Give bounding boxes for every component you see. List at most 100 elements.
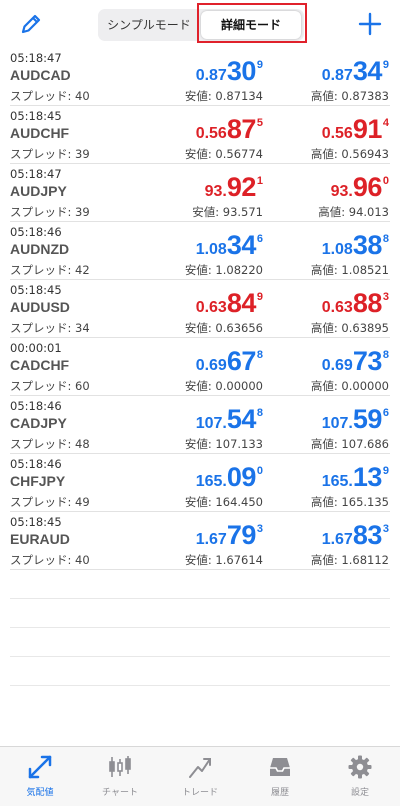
bid-price-pips: 54 xyxy=(226,404,257,434)
tab-label: 気配値 xyxy=(26,788,54,798)
tab-settings[interactable]: 設定 xyxy=(320,747,400,806)
quote-time: 05:18:45 xyxy=(10,515,62,529)
high-value: 高値: 0.56943 xyxy=(310,147,389,161)
bid-price-prefix: 107. xyxy=(195,415,227,432)
bid-price: 0.87309 xyxy=(196,56,263,86)
history-inbox-icon xyxy=(270,758,290,776)
low-value: 安値: 164.450 xyxy=(184,495,263,509)
bid-price-fraction: 9 xyxy=(256,59,263,71)
quote-symbol: EURAUD xyxy=(10,531,70,547)
simple-mode-tab[interactable]: シンプルモード xyxy=(98,9,200,41)
tab-history[interactable]: 履歴 xyxy=(240,747,320,806)
empty-list-row xyxy=(0,657,400,686)
quote-row[interactable]: 05:18:47 AUDJPY スプレッド: 39 93.921 93.960 安値: 9… xyxy=(0,164,400,222)
low-value: 安値: 107.133 xyxy=(184,437,263,451)
ask-price-fraction: 3 xyxy=(382,523,389,535)
ask-price-pips: 59 xyxy=(352,404,383,434)
bid-price-pips: 34 xyxy=(226,230,257,260)
quote-list: 05:18:47 AUDCAD スプレッド: 40 0.87309 0.87349 安値:… xyxy=(0,48,400,686)
quote-symbol: AUDCHF xyxy=(10,125,70,141)
tab-quotes[interactable]: 気配値 xyxy=(0,747,80,806)
quote-row[interactable]: 05:18:46 CHFJPY スプレッド: 49 165.090 165.139 安値:… xyxy=(0,454,400,512)
empty-list-row xyxy=(0,599,400,628)
mode-segmented-control: シンプルモード 詳細モード xyxy=(98,9,304,41)
tab-chart[interactable]: チャート xyxy=(80,747,160,806)
ask-price: 107.596 xyxy=(322,404,389,434)
ask-price-fraction: 8 xyxy=(382,233,389,245)
quote-row[interactable]: 05:18:46 AUDNZD スプレッド: 42 1.08346 1.08388 安値:… xyxy=(0,222,400,280)
empty-list-row xyxy=(0,628,400,657)
quote-row[interactable]: 05:18:46 CADJPY スプレッド: 48 107.548 107.596 安値:… xyxy=(0,396,400,454)
edit-button[interactable] xyxy=(18,11,44,37)
bid-price-prefix: 0.56 xyxy=(195,125,227,142)
tab-label: 設定 xyxy=(350,788,369,798)
candlestick-chart-icon xyxy=(109,756,131,777)
tab-trade[interactable]: トレード xyxy=(160,747,240,806)
detail-mode-tab[interactable]: 詳細モード xyxy=(201,11,301,39)
bid-price-prefix: 0.87 xyxy=(195,67,227,84)
ask-price-fraction: 8 xyxy=(382,349,389,361)
high-value: 高値: 1.08521 xyxy=(310,263,389,277)
ask-price-prefix: 107. xyxy=(321,415,353,432)
quote-row[interactable]: 05:18:45 EURAUD スプレッド: 40 1.67793 1.67833 安値:… xyxy=(0,512,400,570)
quote-symbol: AUDNZD xyxy=(10,241,70,257)
bid-price: 165.090 xyxy=(196,462,263,492)
bid-price: 0.69678 xyxy=(196,346,263,376)
quote-symbol: CADJPY xyxy=(10,415,67,431)
ask-price: 1.08388 xyxy=(322,230,389,260)
quote-spread: スプレッド: 48 xyxy=(10,437,90,451)
low-value: 安値: 1.67614 xyxy=(184,553,263,567)
high-value: 高値: 0.63895 xyxy=(310,321,389,335)
ask-price-pips: 88 xyxy=(352,288,383,318)
high-value: 高値: 0.00000 xyxy=(310,379,389,393)
quote-time: 05:18:46 xyxy=(10,457,62,471)
quote-symbol: CHFJPY xyxy=(10,473,66,489)
ask-price: 0.87349 xyxy=(322,56,389,86)
quote-row[interactable]: 05:18:45 AUDCHF スプレッド: 39 0.56875 0.56914 安値:… xyxy=(0,106,400,164)
trade-trend-icon xyxy=(189,758,211,778)
quote-spread: スプレッド: 39 xyxy=(10,205,90,219)
low-value: 安値: 0.63656 xyxy=(184,321,263,335)
ask-price-pips: 83 xyxy=(352,520,383,550)
bid-price-fraction: 1 xyxy=(256,175,263,187)
ask-price-fraction: 3 xyxy=(382,291,389,303)
quote-symbol: CADCHF xyxy=(10,357,70,373)
high-value: 高値: 1.68112 xyxy=(310,553,389,567)
bid-price-fraction: 6 xyxy=(256,233,263,245)
settings-gear-icon xyxy=(348,755,372,779)
bid-price: 93.921 xyxy=(205,172,263,202)
bid-price-fraction: 9 xyxy=(256,291,263,303)
bid-price-prefix: 165. xyxy=(195,473,227,490)
bottom-tab-bar: 気配値 チャート トレード 履歴 設定 xyxy=(0,746,400,806)
quote-row[interactable]: 00:00:01 CADCHF スプレッド: 60 0.69678 0.69738 安値:… xyxy=(0,338,400,396)
ask-price-prefix: 165. xyxy=(321,473,353,490)
quote-symbol: AUDJPY xyxy=(10,183,67,199)
ask-price-prefix: 1.67 xyxy=(321,531,353,548)
bid-price: 107.548 xyxy=(196,404,263,434)
ask-price: 165.139 xyxy=(322,462,389,492)
ask-price-fraction: 9 xyxy=(382,59,389,71)
bid-price: 0.63849 xyxy=(196,288,263,318)
ask-price-pips: 96 xyxy=(352,172,383,202)
quote-row[interactable]: 05:18:47 AUDCAD スプレッド: 40 0.87309 0.87349 安値:… xyxy=(0,48,400,106)
quote-time: 00:00:01 xyxy=(10,341,62,355)
ask-price-prefix: 0.87 xyxy=(321,67,353,84)
bid-price-pips: 09 xyxy=(226,462,257,492)
ask-price-prefix: 0.69 xyxy=(321,357,353,374)
bid-price-prefix: 0.63 xyxy=(195,299,227,316)
quote-spread: スプレッド: 49 xyxy=(10,495,90,509)
tab-label: チャート xyxy=(102,788,138,798)
ask-price-prefix: 0.56 xyxy=(321,125,353,142)
ask-price: 0.69738 xyxy=(322,346,389,376)
bid-price-pips: 92 xyxy=(226,172,257,202)
ask-price: 93.960 xyxy=(331,172,389,202)
ask-price-prefix: 1.08 xyxy=(321,241,353,258)
bid-price-prefix: 1.08 xyxy=(195,241,227,258)
quote-symbol: AUDUSD xyxy=(10,299,70,315)
bid-price-fraction: 3 xyxy=(256,523,263,535)
low-value: 安値: 0.87134 xyxy=(184,89,263,103)
quote-row[interactable]: 05:18:45 AUDUSD スプレッド: 34 0.63849 0.63883 安値:… xyxy=(0,280,400,338)
quote-spread: スプレッド: 40 xyxy=(10,89,90,103)
ask-price-pips: 13 xyxy=(352,462,383,492)
add-symbol-button[interactable] xyxy=(356,10,384,38)
